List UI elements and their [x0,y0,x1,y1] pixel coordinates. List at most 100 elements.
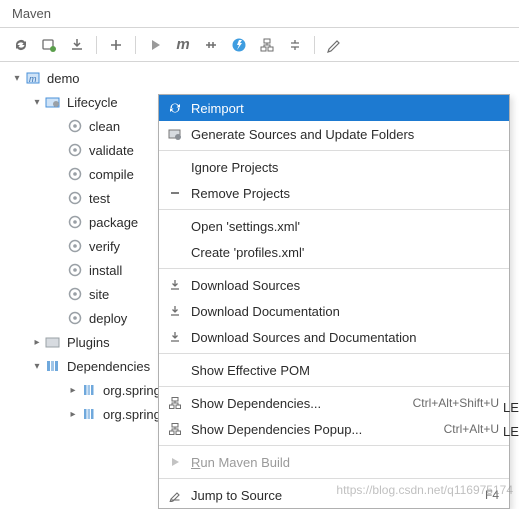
library-icon [44,357,62,375]
panel-title: Maven [0,0,519,28]
skip-tests-button[interactable] [198,32,224,58]
tree-label: validate [89,143,134,158]
gear-icon [66,117,84,135]
menu-shortcut: Ctrl+Alt+Shift+U [413,396,499,410]
menu-label: Download Sources and Documentation [191,330,499,345]
chevron-right-icon[interactable]: ▸ [66,383,80,397]
folder-gear-icon [44,93,62,111]
menu-item-create-profiles[interactable]: Create 'profiles.xml' [159,239,509,265]
folder-gear-icon [165,125,185,143]
menu-separator [159,386,509,387]
menu-label: Download Documentation [191,304,499,319]
menu-label: Show Dependencies Popup... [191,422,444,437]
tree-label: deploy [89,311,127,326]
menu-separator [159,353,509,354]
menu-item-jump-to-source[interactable]: Jump to Source F4 [159,482,509,508]
menu-shortcut: F4 [485,488,499,502]
menu-item-remove-projects[interactable]: Remove Projects [159,180,509,206]
download-button[interactable] [64,32,90,58]
folder-icon [44,333,62,351]
tree-label: demo [47,71,80,86]
gear-icon [66,237,84,255]
menu-separator [159,150,509,151]
chevron-right-icon[interactable]: ▸ [66,407,80,421]
tree-label: site [89,287,109,302]
maven-goal-button[interactable]: m [170,32,196,58]
menu-item-download-both[interactable]: Download Sources and Documentation [159,324,509,350]
clipped-text: LEA [503,424,519,439]
offline-mode-button[interactable] [226,32,252,58]
menu-item-ignore-projects[interactable]: Ignore Projects [159,154,509,180]
blank-icon [165,361,185,379]
gear-icon [66,261,84,279]
menu-item-open-settings[interactable]: Open 'settings.xml' [159,213,509,239]
tree-label: Plugins [67,335,110,350]
panel-title-text: Maven [12,6,51,21]
tree-node-root[interactable]: ▾ m demo [6,66,519,90]
chevron-down-icon[interactable]: ▾ [10,71,24,85]
add-project-button[interactable] [103,32,129,58]
menu-item-reimport[interactable]: Reimport [159,95,509,121]
clipped-text: LE. [503,400,519,415]
menu-label: Jump to Source [191,488,485,503]
menu-label: Open 'settings.xml' [191,219,499,234]
menu-label: Show Dependencies... [191,396,413,411]
run-button[interactable] [142,32,168,58]
tree-label: test [89,191,110,206]
minus-icon [165,184,185,202]
chevron-down-icon[interactable]: ▾ [30,95,44,109]
diagram-icon [165,394,185,412]
gear-icon [66,309,84,327]
menu-label: Download Sources [191,278,499,293]
menu-shortcut: Ctrl+Alt+U [444,422,499,436]
toolbar-separator [314,36,315,54]
toolbar-separator [135,36,136,54]
menu-separator [159,209,509,210]
menu-item-effective-pom[interactable]: Show Effective POM [159,357,509,383]
menu-item-run-maven-build: Run Maven Build [159,449,509,475]
library-icon [80,381,98,399]
run-icon [165,453,185,471]
library-icon [80,405,98,423]
tree-label: compile [89,167,134,182]
generate-sources-button[interactable] [36,32,62,58]
blank-icon [165,217,185,235]
collapse-all-button[interactable] [282,32,308,58]
download-icon [165,302,185,320]
menu-item-generate-sources[interactable]: Generate Sources and Update Folders [159,121,509,147]
reimport-all-button[interactable] [8,32,34,58]
menu-label: Create 'profiles.xml' [191,245,499,260]
svg-text:m: m [29,74,37,84]
menu-item-show-dependencies-popup[interactable]: Show Dependencies Popup... Ctrl+Alt+U [159,416,509,442]
download-icon [165,276,185,294]
gear-icon [66,141,84,159]
tree-label: Dependencies [67,359,150,374]
menu-label: Generate Sources and Update Folders [191,127,499,142]
blank-icon [165,158,185,176]
chevron-right-icon[interactable]: ▸ [30,335,44,349]
menu-item-download-docs[interactable]: Download Documentation [159,298,509,324]
menu-label: Remove Projects [191,186,499,201]
tree-label: clean [89,119,120,134]
chevron-down-icon[interactable]: ▾ [30,359,44,373]
menu-label: Run Maven Build [191,455,499,470]
context-menu: Reimport Generate Sources and Update Fol… [158,94,510,509]
menu-separator [159,478,509,479]
toolbar: m [0,28,519,62]
menu-separator [159,445,509,446]
menu-label: Show Effective POM [191,363,499,378]
menu-item-download-sources[interactable]: Download Sources [159,272,509,298]
blank-icon [165,243,185,261]
edit-icon [165,486,185,504]
menu-item-show-dependencies[interactable]: Show Dependencies... Ctrl+Alt+Shift+U [159,390,509,416]
gear-icon [66,285,84,303]
diagram-icon [165,420,185,438]
maven-module-icon: m [24,69,42,87]
show-dependencies-button[interactable] [254,32,280,58]
tree-label: verify [89,239,120,254]
menu-label: Ignore Projects [191,160,499,175]
gear-icon [66,165,84,183]
settings-button[interactable] [321,32,347,58]
toolbar-separator [96,36,97,54]
download-icon [165,328,185,346]
